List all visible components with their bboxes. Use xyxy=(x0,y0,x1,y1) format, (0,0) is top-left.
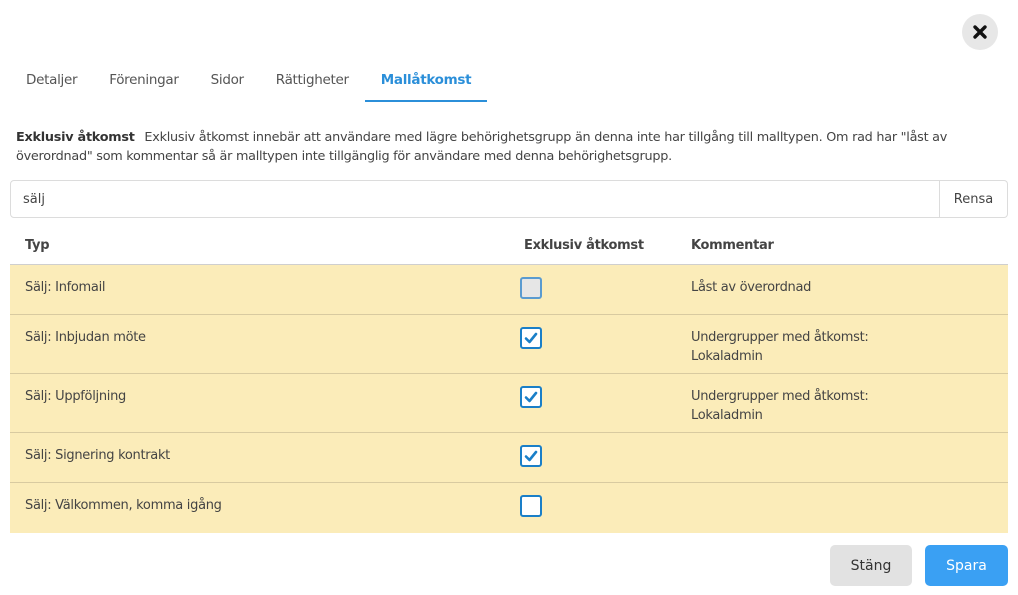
exclusive-access-checkbox[interactable] xyxy=(520,327,542,349)
tab-template-access[interactable]: Mallåtkomst xyxy=(364,60,488,102)
row-type: Sälj: Välkommen, komma igång xyxy=(25,498,222,513)
row-comment: Undergrupper med åtkomst: Lokaladmin xyxy=(691,389,869,423)
info-description: Exklusiv åtkomst Exklusiv åtkomst innebä… xyxy=(16,128,991,166)
close-dialog-button[interactable] xyxy=(962,14,998,50)
template-access-table: Typ Exklusiv åtkomst Kommentar Sälj: Inf… xyxy=(10,226,1008,533)
checkmark-icon xyxy=(524,450,538,462)
row-comment: Undergrupper med åtkomst: Lokaladmin xyxy=(691,330,869,364)
row-comment xyxy=(675,433,1008,482)
search-bar: Rensa xyxy=(10,180,1008,218)
close-x-icon xyxy=(973,25,987,39)
checkmark-icon xyxy=(524,391,538,403)
column-header-comment: Kommentar xyxy=(691,237,774,253)
table-row: Sälj: Uppföljning Undergrupper med åtkom… xyxy=(10,374,1008,433)
column-header-exclusive: Exklusiv åtkomst xyxy=(524,237,644,253)
exclusive-access-checkbox[interactable] xyxy=(520,386,542,408)
tab-bar: Detaljer Föreningar Sidor Rättigheter Ma… xyxy=(10,60,487,102)
row-type: Sälj: Inbjudan möte xyxy=(25,330,146,345)
exclusive-access-checkbox[interactable] xyxy=(520,495,542,517)
table-row: Sälj: Signering kontrakt xyxy=(10,433,1008,483)
tab-permissions[interactable]: Rättigheter xyxy=(260,60,365,102)
row-type: Sälj: Uppföljning xyxy=(25,389,126,404)
exclusive-access-checkbox[interactable] xyxy=(520,445,542,467)
clear-button[interactable]: Rensa xyxy=(940,180,1008,218)
checkmark-icon xyxy=(524,332,538,344)
exclusive-access-checkbox[interactable] xyxy=(520,277,542,299)
row-type: Sälj: Signering kontrakt xyxy=(25,448,170,463)
info-label: Exklusiv åtkomst xyxy=(16,130,135,145)
table-row: Sälj: Infomail Låst av överordnad xyxy=(10,265,1008,315)
save-button[interactable]: Spara xyxy=(925,545,1008,586)
table-header: Typ Exklusiv åtkomst Kommentar xyxy=(10,226,1008,265)
info-text: Exklusiv åtkomst innebär att användare m… xyxy=(16,130,948,164)
table-row: Sälj: Inbjudan möte Undergrupper med åtk… xyxy=(10,315,1008,374)
search-input[interactable] xyxy=(10,180,940,218)
table-row: Sälj: Välkommen, komma igång xyxy=(10,483,1008,533)
tab-associations[interactable]: Föreningar xyxy=(93,60,194,102)
tab-pages[interactable]: Sidor xyxy=(195,60,260,102)
row-comment: Låst av överordnad xyxy=(691,280,812,295)
row-comment xyxy=(675,483,1008,533)
row-type: Sälj: Infomail xyxy=(25,280,106,295)
close-button[interactable]: Stäng xyxy=(830,545,912,586)
column-header-type: Typ xyxy=(25,237,50,253)
tab-details[interactable]: Detaljer xyxy=(10,60,93,102)
